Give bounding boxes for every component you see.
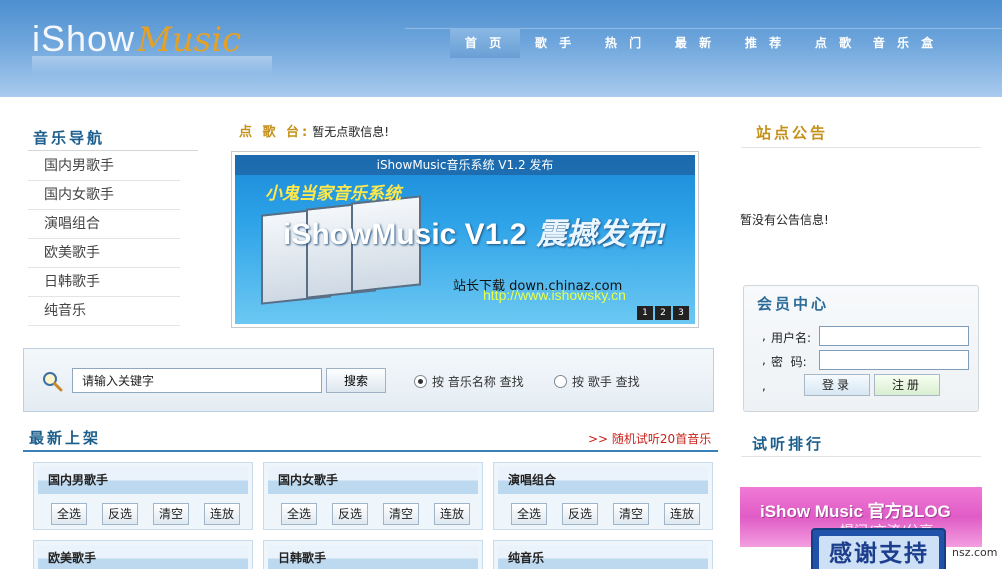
music-nav-list: 国内男歌手 国内女歌手 演唱组合 欧美歌手 日韩歌手 纯音乐 [28, 152, 180, 326]
banner-url: http://www.ishowsky.cn [483, 287, 626, 303]
banner-headline-zh: 震撼发布! [536, 218, 667, 251]
nav-musicbox[interactable]: 音 乐 盒 [870, 28, 940, 58]
category-actions: 全选 反选 清空 连放 [51, 503, 240, 525]
member-title: 会员中心 [757, 295, 830, 313]
radio-checked-icon[interactable] [414, 375, 427, 388]
banner-headline: iShowMusic V1.2 震撼发布! [283, 209, 666, 253]
logo-reflection [32, 56, 272, 74]
password-input[interactable] [819, 350, 969, 370]
invert-selection-button[interactable]: 反选 [102, 503, 138, 525]
category-box: 日韩歌手 [263, 540, 483, 569]
music-nav-item[interactable]: 国内男歌手 [28, 152, 180, 181]
search-input[interactable] [72, 368, 322, 393]
nav-home[interactable]: 首 页 [450, 28, 520, 58]
login-button[interactable]: 登录 [804, 374, 870, 396]
bullet-icon: , [762, 379, 766, 393]
member-panel: 会员中心 , 用户名: , 密 码: , 登录 注册 [743, 285, 979, 412]
category-title[interactable]: 日韩歌手 [268, 545, 478, 569]
random-play-link[interactable]: >> 随机试听20首音乐 [588, 430, 711, 447]
username-label: 用户名: [771, 331, 812, 345]
play-all-button[interactable]: 连放 [204, 503, 240, 525]
banner-page-3[interactable]: 3 [673, 306, 689, 320]
clear-button[interactable]: 清空 [153, 503, 189, 525]
music-nav-divider [28, 150, 198, 151]
song-request-bar: 点 歌 台: 暂无点歌信息! [239, 121, 389, 141]
category-title[interactable]: 国内男歌手 [38, 467, 248, 494]
blog-banner-text: iShow Music 官方BLOG [760, 502, 951, 521]
rank-divider [741, 456, 981, 457]
song-request-label: 点 歌 台: [239, 125, 311, 140]
banner[interactable]: iShowMusic音乐系统 V1.2 发布 小鬼当家音乐系统 iShowMus… [231, 151, 699, 328]
notice-title: 站点公告 [756, 124, 829, 142]
nav-recommend[interactable]: 推 荐 [730, 28, 800, 58]
newest-title: 最新上架 [29, 429, 102, 447]
music-nav-item[interactable]: 演唱组合 [28, 210, 180, 239]
newest-divider [23, 450, 718, 452]
banner-caption: iShowMusic音乐系统 V1.2 发布 [235, 155, 695, 175]
category-box: 欧美歌手 [33, 540, 253, 569]
banner-headline-en: iShowMusic V1.2 [283, 218, 527, 251]
category-actions: 全选 反选 清空 连放 [281, 503, 470, 525]
category-box: 国内女歌手 全选 反选 清空 连放 [263, 462, 483, 530]
music-nav-item[interactable]: 国内女歌手 [28, 181, 180, 210]
bullet-icon: , [762, 329, 766, 343]
search-by-title-option[interactable]: 按 音乐名称 查找 [414, 373, 524, 390]
banner-image: iShowMusic音乐系统 V1.2 发布 小鬼当家音乐系统 iShowMus… [235, 155, 695, 324]
song-request-value: 暂无点歌信息! [312, 125, 390, 139]
search-by-singer-label: 按 歌手 查找 [572, 375, 640, 389]
search-panel: 搜索 按 音乐名称 查找 按 歌手 查找 [23, 348, 714, 412]
music-nav-item[interactable]: 纯音乐 [28, 297, 180, 326]
main-nav: 首 页 歌 手 热 门 最 新 推 荐 点 歌 音 乐 盒 [450, 28, 940, 58]
select-all-button[interactable]: 全选 [51, 503, 87, 525]
banner-subtitle: 小鬼当家音乐系统 [265, 184, 401, 204]
banner-page-2[interactable]: 2 [655, 306, 671, 320]
play-all-button[interactable]: 连放 [664, 503, 700, 525]
category-box: 国内男歌手 全选 反选 清空 连放 [33, 462, 253, 530]
search-icon [43, 372, 63, 392]
password-label: 密 码: [771, 355, 807, 369]
clear-button[interactable]: 清空 [613, 503, 649, 525]
music-nav-title: 音乐导航 [33, 129, 106, 147]
music-nav-item[interactable]: 日韩歌手 [28, 268, 180, 297]
nav-newest[interactable]: 最 新 [660, 28, 730, 58]
invert-selection-button[interactable]: 反选 [332, 503, 368, 525]
nav-request[interactable]: 点 歌 [800, 28, 870, 58]
nav-hot[interactable]: 热 门 [590, 28, 660, 58]
rank-title: 试听排行 [752, 435, 825, 453]
clear-button[interactable]: 清空 [383, 503, 419, 525]
category-box: 纯音乐 [493, 540, 713, 569]
category-title[interactable]: 演唱组合 [498, 467, 708, 494]
music-nav-item[interactable]: 欧美歌手 [28, 239, 180, 268]
search-by-title-label: 按 音乐名称 查找 [432, 375, 524, 389]
register-button[interactable]: 注册 [874, 374, 940, 396]
notice-text: 暂没有公告信息! [740, 213, 829, 227]
category-box: 演唱组合 全选 反选 清空 连放 [493, 462, 713, 530]
header: iShowMusic 首 页 歌 手 热 门 最 新 推 荐 点 歌 音 乐 盒 [0, 0, 1002, 97]
banner-pager: 1 2 3 [637, 306, 689, 320]
thanks-popup[interactable]: 感谢支持 [811, 528, 946, 569]
radio-unchecked-icon[interactable] [554, 375, 567, 388]
category-actions: 全选 反选 清空 连放 [511, 503, 700, 525]
corner-watermark: nsz.com [952, 546, 998, 559]
select-all-button[interactable]: 全选 [511, 503, 547, 525]
invert-selection-button[interactable]: 反选 [562, 503, 598, 525]
category-title[interactable]: 纯音乐 [498, 545, 708, 569]
search-button[interactable]: 搜索 [326, 368, 386, 393]
thanks-text: 感谢支持 [819, 536, 939, 569]
notice-divider [741, 147, 981, 148]
category-title[interactable]: 国内女歌手 [268, 467, 478, 494]
nav-singers[interactable]: 歌 手 [520, 28, 590, 58]
bullet-icon: , [762, 353, 766, 367]
username-input[interactable] [819, 326, 969, 346]
search-by-singer-option[interactable]: 按 歌手 查找 [554, 373, 640, 390]
category-title[interactable]: 欧美歌手 [38, 545, 248, 569]
select-all-button[interactable]: 全选 [281, 503, 317, 525]
logo-text: iShow [32, 18, 136, 59]
banner-page-1[interactable]: 1 [637, 306, 653, 320]
play-all-button[interactable]: 连放 [434, 503, 470, 525]
logo-text-music: Music [137, 20, 242, 60]
